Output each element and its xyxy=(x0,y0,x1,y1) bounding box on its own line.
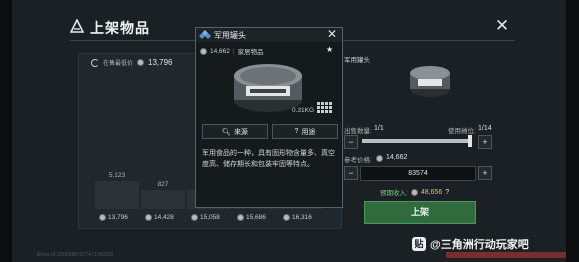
bar-price-value: 15,686 xyxy=(246,214,266,221)
source-label: 来源 xyxy=(233,128,248,136)
slider-minus-button[interactable]: − xyxy=(344,135,358,149)
income-help-icon[interactable]: ? xyxy=(445,189,449,196)
price-bar[interactable] xyxy=(95,181,139,209)
search-icon: 🔍︎ xyxy=(222,128,231,136)
coin-icon xyxy=(99,214,106,221)
tooltip-price: 14,662 xyxy=(210,47,230,55)
rarity-diamonds-icon xyxy=(199,30,211,39)
lowest-price-label: 在售最低价 xyxy=(103,61,134,67)
ref-price-value: 14,662 xyxy=(386,154,408,161)
price-bar[interactable] xyxy=(141,190,185,209)
listing-item-name: 军用罐头 xyxy=(344,57,370,64)
sell-qty-value: 1/1 xyxy=(374,125,384,132)
warning-triangle-icon xyxy=(70,19,84,33)
tooltip-close-icon[interactable]: ✕ xyxy=(327,27,337,41)
close-icon[interactable]: ✕ xyxy=(492,16,512,36)
price-plus-button[interactable]: + xyxy=(478,166,492,180)
bar-count-label: 827 xyxy=(157,181,169,188)
coin-icon xyxy=(145,214,152,221)
slider-handle[interactable] xyxy=(468,135,472,147)
bar-price-label: 13,796 xyxy=(99,214,128,221)
item-description: 军用食品的一种，具有固形物含量多、真空度高、储存期长和包装牢固等特点。 xyxy=(202,150,335,168)
used-slots-label: 使用摊位: xyxy=(448,128,476,135)
coin-icon xyxy=(376,155,383,162)
page-title: 上架物品 xyxy=(90,20,150,36)
price-minus-button[interactable]: − xyxy=(344,166,358,180)
bar-price-value: 15,058 xyxy=(200,214,220,221)
bar-price-value: 16,316 xyxy=(292,214,312,221)
sell-qty-label: 出售数量: xyxy=(344,128,372,135)
lowest-price-value: 13,796 xyxy=(148,58,173,67)
price-input[interactable]: 83574 xyxy=(360,166,476,181)
bar-price-label: 15,058 xyxy=(191,214,220,221)
bar-count-label: 5,123 xyxy=(108,172,126,179)
tooltip-header: 军用罐头 ✕ xyxy=(196,27,342,42)
used-slots-value: 1/14 xyxy=(478,125,492,132)
coin-icon xyxy=(200,47,207,55)
tooltip-weight: 0.31KG xyxy=(292,107,315,114)
separator: | xyxy=(232,47,235,55)
watermark-underline xyxy=(446,252,566,258)
forum-logo-icon: 贴 xyxy=(412,237,426,251)
footer-status: Ethra UI:1D000897377471782829 xyxy=(37,252,114,258)
question-icon: ? xyxy=(294,128,299,135)
slider-plus-button[interactable]: + xyxy=(478,135,492,149)
lowest-price-row: 在售最低价 13,796 xyxy=(91,58,172,67)
screen-edge-left xyxy=(0,0,12,262)
coin-icon xyxy=(410,188,418,196)
refresh-icon[interactable] xyxy=(91,58,99,67)
expected-income-row: 预期收入: 48,656 ? xyxy=(380,187,449,197)
coin-icon xyxy=(283,214,290,221)
bar-price-label: 16,316 xyxy=(283,214,312,221)
military-can-thumbnail xyxy=(410,66,450,97)
tooltip-category: 家居物品 xyxy=(237,49,264,56)
inventory-size-icon xyxy=(317,102,332,113)
watermark-text: @三角洲行动玩家吧 xyxy=(430,239,529,251)
usage-button[interactable]: ? 用途 xyxy=(272,124,338,139)
source-button[interactable]: 🔍︎ 来源 xyxy=(202,124,268,139)
bar-price-label: 14,428 xyxy=(145,214,174,221)
usage-label: 用途 xyxy=(301,128,316,136)
income-label: 预期收入: xyxy=(380,190,408,197)
tooltip-title: 军用罐头 xyxy=(214,31,246,40)
income-value: 48,656 xyxy=(420,188,443,196)
listing-panel: 军用罐头 出售数量: 1/1 使用摊位: 1/14 − + 参考价格: 14,6… xyxy=(342,53,498,231)
coin-icon xyxy=(137,59,145,66)
coin-icon xyxy=(191,214,198,221)
favorite-star-icon[interactable]: ★ xyxy=(326,45,333,54)
quantity-slider[interactable] xyxy=(362,135,472,147)
screen-edge-right xyxy=(566,0,579,262)
coin-icon xyxy=(237,214,244,221)
bar-price-label: 15,686 xyxy=(237,214,266,221)
item-tooltip: 军用罐头 ✕ 14,662 | 家居物品 ★ 0.31KG 🔍︎ 来源 ? 用途… xyxy=(195,27,343,208)
ref-price-label: 参考价格: xyxy=(344,157,372,164)
bar-price-value: 13,796 xyxy=(108,214,128,221)
tooltip-price-row: 14,662 | 家居物品 xyxy=(200,46,264,56)
slider-fill xyxy=(362,139,472,143)
list-item-button[interactable]: 上架 xyxy=(364,201,476,224)
bar-price-value: 14,428 xyxy=(154,214,174,221)
watermark: 贴 @三角洲行动玩家吧 xyxy=(412,236,529,252)
